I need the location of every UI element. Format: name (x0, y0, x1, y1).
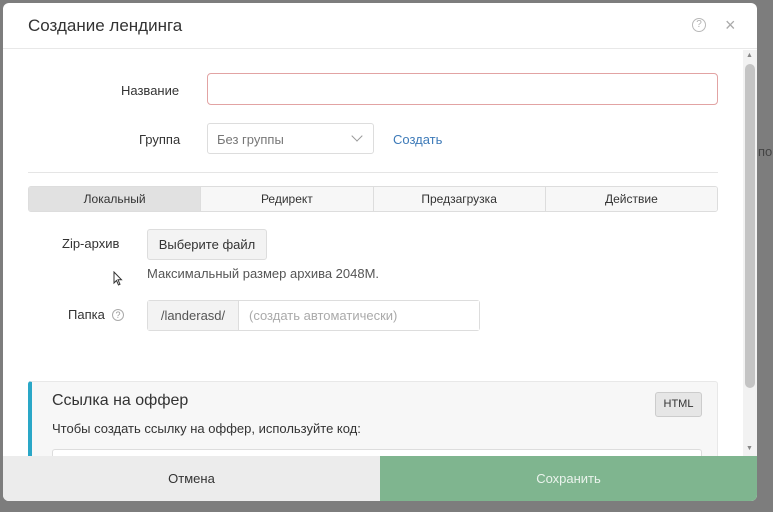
offer-link-panel: Ссылка на оффер Чтобы создать ссылку на … (28, 381, 718, 456)
modal-header: Создание лендинга ? × (3, 3, 757, 49)
chevron-down-icon (351, 130, 363, 142)
tab-action[interactable]: Действие (545, 187, 717, 211)
tab-redirect[interactable]: Редирект (201, 187, 374, 211)
name-label: Название (121, 83, 180, 98)
cancel-button[interactable]: Отмена (3, 456, 380, 501)
help-icon[interactable]: ? (692, 18, 706, 32)
scrollbar-thumb[interactable] (745, 64, 755, 388)
group-label: Группа (139, 132, 181, 147)
backdrop-text: по (758, 144, 773, 159)
group-selected-value: Без группы (217, 132, 284, 147)
folder-input-group: /landerasd/ (147, 300, 480, 331)
scroll-up-icon[interactable]: ▲ (746, 52, 753, 59)
folder-help-icon[interactable]: ? (112, 309, 124, 321)
scrollbar[interactable]: ▲ ▼ (743, 50, 757, 456)
zip-size-hint: Максимальный размер архива 2048M. (147, 266, 380, 281)
offer-title: Ссылка на оффер (52, 392, 189, 409)
divider (28, 172, 718, 173)
folder-prefix: /landerasd/ (148, 301, 239, 330)
tab-local[interactable]: Локальный (29, 187, 202, 211)
modal-body: Название Группа Без группы Создать Локал… (3, 50, 743, 456)
html-button[interactable]: HTML (655, 392, 702, 417)
close-icon[interactable]: × (725, 15, 736, 36)
offer-code-field[interactable] (52, 449, 702, 456)
folder-input[interactable] (239, 301, 479, 330)
source-tabs: Локальный Редирект Предзагрузка Действие (28, 186, 718, 212)
create-landing-modal: Создание лендинга ? × Название Группа Бе… (3, 3, 757, 501)
modal-title: Создание лендинга (28, 16, 183, 35)
scroll-down-icon[interactable]: ▼ (746, 445, 753, 452)
group-select[interactable]: Без группы (207, 123, 374, 154)
tab-preload[interactable]: Предзагрузка (373, 187, 546, 211)
modal-footer: Отмена Сохранить (3, 456, 757, 501)
zip-label: Zip-архив (62, 236, 120, 251)
folder-label: Папка (68, 307, 105, 322)
name-input[interactable] (207, 73, 718, 105)
create-group-link[interactable]: Создать (393, 132, 442, 147)
choose-file-button[interactable]: Выберите файл (147, 229, 267, 260)
offer-hint: Чтобы создать ссылку на оффер, используй… (52, 421, 361, 436)
save-button[interactable]: Сохранить (380, 456, 757, 501)
mouse-cursor-icon (113, 271, 123, 286)
